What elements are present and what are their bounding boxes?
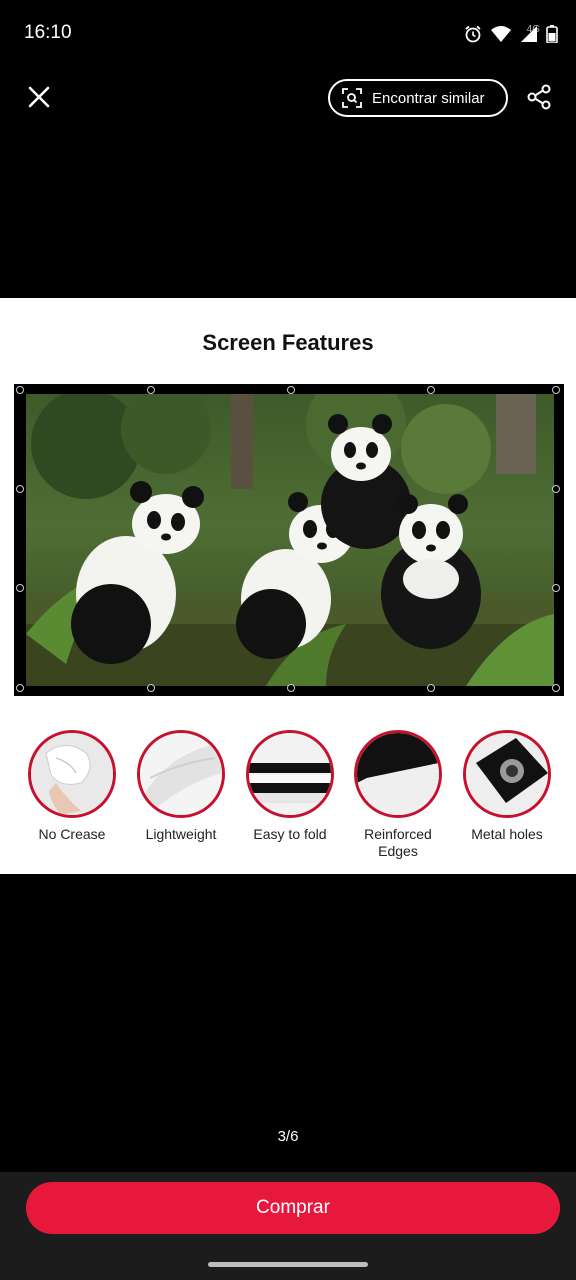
reinforced-edges-image xyxy=(354,730,442,818)
grommet xyxy=(16,386,24,394)
feature-label: No Crease xyxy=(38,826,106,842)
feature-reinforced-edges: Reinforced Edges xyxy=(343,730,453,860)
projector-screen-image xyxy=(14,384,564,696)
feature-no-crease: No Crease xyxy=(17,730,127,843)
grommet xyxy=(16,485,24,493)
lightweight-image xyxy=(137,730,225,818)
grommet xyxy=(16,584,24,592)
panel-title: Screen Features xyxy=(202,330,374,355)
easy-to-fold-image xyxy=(246,730,334,818)
home-indicator[interactable] xyxy=(208,1262,368,1267)
feature-label: Metal holes xyxy=(471,826,543,842)
wifi-icon xyxy=(491,26,511,42)
feature-lightweight: Lightweight xyxy=(126,730,236,843)
signal-icon xyxy=(521,26,537,42)
share-button[interactable] xyxy=(520,78,558,116)
image-counter: 3/6 xyxy=(277,1128,299,1145)
no-crease-image xyxy=(28,730,116,818)
feature-easy-to-fold: Easy to fold xyxy=(235,730,345,843)
grommet xyxy=(427,684,435,692)
top-bar: Encontrar similar xyxy=(0,70,576,126)
image-search-icon xyxy=(342,88,362,108)
close-button[interactable] xyxy=(20,78,58,116)
bottom-bar: Comprar xyxy=(0,1172,576,1280)
find-similar-label: Encontrar similar xyxy=(372,89,485,107)
feature-label: Reinforced Edges xyxy=(364,826,432,859)
share-icon xyxy=(527,84,551,110)
grommet xyxy=(552,386,560,394)
feature-label: Lightweight xyxy=(145,826,217,842)
buy-button[interactable]: Comprar xyxy=(26,1182,560,1234)
status-icons xyxy=(464,22,558,46)
grommet xyxy=(147,386,155,394)
status-bar: 16:10 4G xyxy=(0,0,576,66)
grommet xyxy=(287,386,295,394)
product-image[interactable]: Screen Features No Crease Lightweight Ea… xyxy=(0,298,576,874)
grommet xyxy=(552,684,560,692)
find-similar-button[interactable]: Encontrar similar xyxy=(328,79,508,117)
grommet xyxy=(16,684,24,692)
grommet xyxy=(552,584,560,592)
grommet xyxy=(287,684,295,692)
grommet xyxy=(147,684,155,692)
feature-list: No Crease Lightweight Easy to fold Reinf… xyxy=(0,730,576,860)
alarm-icon xyxy=(465,25,481,43)
grommet xyxy=(552,485,560,493)
panda-photo xyxy=(26,394,554,686)
close-icon xyxy=(28,86,50,108)
battery-icon xyxy=(546,25,558,43)
grommet xyxy=(427,386,435,394)
feature-label: Easy to fold xyxy=(253,826,327,842)
metal-holes-image xyxy=(463,730,551,818)
feature-metal-holes: Metal holes xyxy=(452,730,562,843)
status-time: 16:10 xyxy=(24,22,72,43)
